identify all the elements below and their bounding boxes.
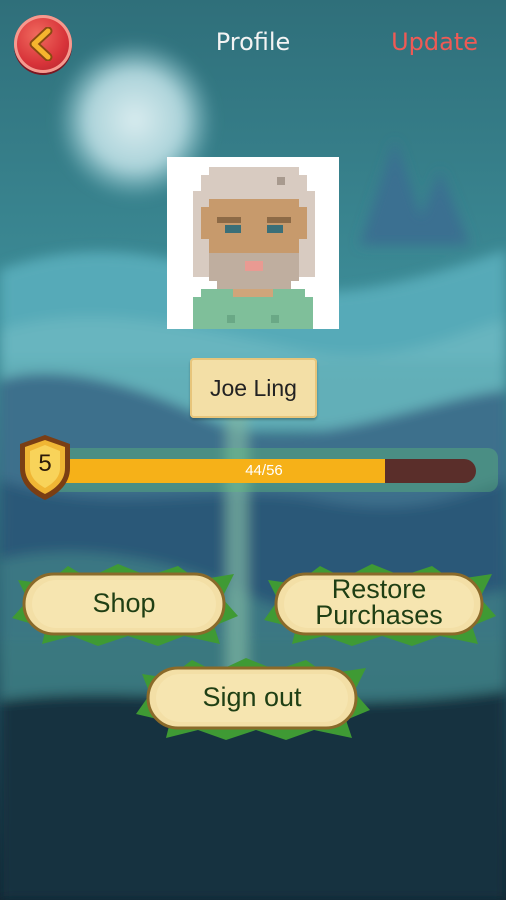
xp-text: 44/56 (245, 462, 283, 479)
avatar[interactable] (167, 157, 339, 329)
restore-label-line1: Restore (331, 574, 427, 604)
sign-out-button[interactable]: Sign out (132, 654, 372, 740)
shop-label: Shop (92, 588, 156, 618)
restore-purchases-button[interactable]: Restore Purchases (260, 560, 498, 646)
xp-bar: 44/56 5 (14, 432, 498, 502)
level-number: 5 (38, 450, 52, 477)
update-button[interactable]: Update (391, 28, 478, 56)
top-bar: Profile Update (0, 0, 506, 90)
pixel-avatar-icon (167, 157, 339, 329)
shop-button[interactable]: Shop (8, 560, 240, 646)
player-name: Joe Ling (210, 374, 297, 401)
player-name-plate: Joe Ling (190, 358, 317, 418)
sign-out-label: Sign out (202, 682, 302, 712)
restore-label-line2: Purchases (315, 600, 443, 630)
